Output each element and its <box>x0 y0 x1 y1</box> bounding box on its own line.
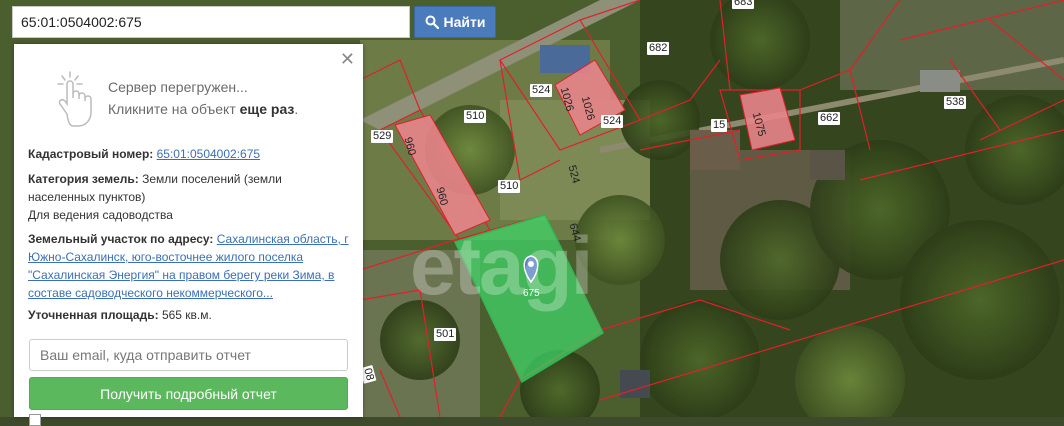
address-row: Земельный участок по адресу: Сахалинская… <box>28 230 350 302</box>
plot-label: 529 <box>371 130 394 143</box>
plot-label: 501 <box>434 328 457 341</box>
search-button[interactable]: Найти <box>414 6 496 38</box>
plot-label: 524 <box>601 115 624 128</box>
area-label: Уточненная площадь: <box>28 308 159 322</box>
cadastral-search-input[interactable] <box>12 6 410 38</box>
land-category-row: Категория земель: Земли поселений (земли… <box>28 170 350 224</box>
cadastral-number-link[interactable]: 65:01:0504002:675 <box>157 147 260 161</box>
notice-line2: Кликните на объект еще раз. <box>108 98 298 120</box>
plot-label: 683 <box>732 0 755 9</box>
area-value: 565 кв.м. <box>161 308 212 322</box>
server-overload-notice: Сервер перегружен... Кликните на объект … <box>108 76 298 120</box>
cadastral-label: Кадастровый номер: <box>28 147 154 161</box>
watermark: etagi <box>410 221 593 312</box>
close-icon[interactable]: ✕ <box>340 50 355 68</box>
get-report-button[interactable]: Получить подробный отчет <box>29 377 348 410</box>
email-field[interactable] <box>29 339 348 371</box>
cadastral-number-row: Кадастровый номер: 65:01:0504002:675 <box>28 145 350 163</box>
usage-value: Для ведения садоводства <box>28 208 173 222</box>
consent-checkbox[interactable] <box>29 414 41 426</box>
tap-hand-icon <box>57 71 92 127</box>
plot-label: 510 <box>464 110 487 123</box>
plot-label: 15 <box>711 119 728 132</box>
info-panel: ✕ Сервер перегружен... Кликните на объек… <box>14 44 363 426</box>
notice-line2-prefix: Кликните на объект <box>108 101 240 117</box>
notice-line1: Сервер перегружен... <box>108 79 248 95</box>
plot-label: 524 <box>530 84 553 97</box>
search-button-label: Найти <box>443 14 486 30</box>
notice-line2-suffix: . <box>294 101 299 117</box>
selected-plot-label: 675 <box>523 288 540 299</box>
notice-line2-bold: еще раз <box>239 101 295 117</box>
plot-label: 662 <box>818 112 841 125</box>
plot-label: 510 <box>498 180 521 193</box>
plot-label: 538 <box>944 96 967 109</box>
area-row: Уточненная площадь: 565 кв.м. <box>28 306 350 324</box>
search-icon <box>425 15 439 29</box>
address-label: Земельный участок по адресу: <box>28 232 214 246</box>
plot-label: 682 <box>647 42 670 55</box>
category-label: Категория земель: <box>28 172 139 186</box>
